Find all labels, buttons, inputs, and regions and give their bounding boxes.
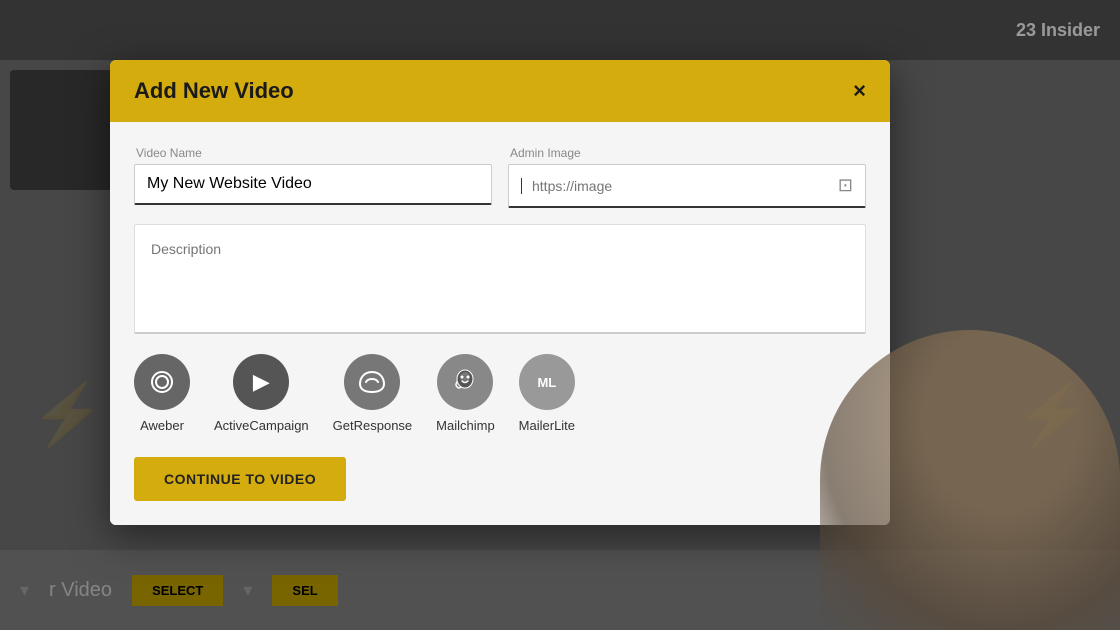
integration-activecampaign[interactable]: ▶ ActiveCampaign — [214, 354, 309, 433]
getresponse-icon — [344, 354, 400, 410]
mailchimp-icon — [437, 354, 493, 410]
admin-image-label: Admin Image — [508, 146, 866, 160]
image-icon[interactable]: ⊡ — [838, 175, 853, 196]
modal-body: Video Name Admin Image ⊡ — [110, 122, 890, 525]
form-row-description — [134, 224, 866, 334]
continue-to-video-button[interactable]: CONTINUE TO VIDEO — [134, 457, 346, 501]
description-input[interactable] — [134, 224, 866, 334]
text-cursor — [521, 178, 522, 194]
mailerlite-icon: ML — [519, 354, 575, 410]
video-name-label: Video Name — [134, 146, 492, 160]
video-name-input[interactable] — [134, 164, 492, 205]
admin-image-input-wrapper: ⊡ — [508, 164, 866, 208]
integration-aweber[interactable]: Aweber — [134, 354, 190, 433]
admin-image-input[interactable] — [532, 178, 830, 194]
modal-title: Add New Video — [134, 78, 294, 104]
mailchimp-label: Mailchimp — [436, 418, 495, 433]
integrations-row: Aweber ▶ ActiveCampaign GetResponse — [134, 354, 866, 433]
video-name-group: Video Name — [134, 146, 492, 208]
getresponse-label: GetResponse — [333, 418, 413, 433]
activecampaign-icon: ▶ — [233, 354, 289, 410]
integration-mailchimp[interactable]: Mailchimp — [436, 354, 495, 433]
description-group — [134, 224, 866, 334]
add-video-modal: Add New Video × Video Name Admin Image ⊡ — [110, 60, 890, 525]
admin-image-group: Admin Image ⊡ — [508, 146, 866, 208]
activecampaign-label: ActiveCampaign — [214, 418, 309, 433]
close-button[interactable]: × — [853, 80, 866, 102]
form-row-1: Video Name Admin Image ⊡ — [134, 146, 866, 208]
integration-getresponse[interactable]: GetResponse — [333, 354, 413, 433]
aweber-label: Aweber — [140, 418, 184, 433]
aweber-icon — [134, 354, 190, 410]
person-silhouette — [820, 330, 1120, 630]
mailerlite-label: MailerLite — [519, 418, 575, 433]
person-area — [820, 330, 1120, 630]
modal-header: Add New Video × — [110, 60, 890, 122]
integration-mailerlite[interactable]: ML MailerLite — [519, 354, 575, 433]
